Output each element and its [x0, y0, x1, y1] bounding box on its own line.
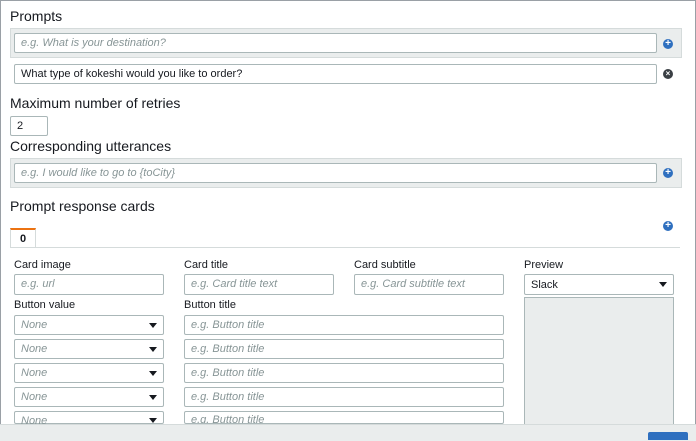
tab-card-0[interactable]: 0: [10, 228, 36, 248]
existing-prompt-text: What type of kokeshi would you like to o…: [21, 67, 243, 80]
button-value-text: None: [21, 391, 48, 403]
chevron-down-icon: [149, 322, 157, 328]
preview-label: Preview: [524, 259, 564, 271]
chevron-down-icon: [149, 370, 157, 376]
preview-pane: [524, 297, 674, 437]
new-prompt-placeholder: e.g. What is your destination?: [21, 36, 166, 49]
footer-bar: [0, 424, 696, 441]
button-title-input[interactable]: e.g. Button title: [184, 411, 504, 424]
button-title-input[interactable]: e.g. Button title: [184, 387, 504, 407]
add-utterance-plus-circle-icon[interactable]: +: [663, 168, 673, 178]
chevron-down-icon: [659, 282, 667, 287]
card-subtitle-placeholder: e.g. Card subtitle text: [361, 278, 465, 290]
card-title-input[interactable]: e.g. Card title text: [184, 274, 334, 295]
chevron-down-icon: [149, 346, 157, 352]
tab-divider: [10, 247, 680, 248]
button-value-select[interactable]: None: [14, 315, 164, 335]
preview-select[interactable]: Slack: [524, 274, 674, 295]
button-value-text: None: [21, 319, 48, 331]
button-value-select[interactable]: None: [14, 411, 164, 427]
card-title-placeholder: e.g. Card title text: [191, 278, 278, 290]
footer-primary-button[interactable]: [648, 432, 688, 440]
button-title-placeholder: e.g. Button title: [191, 414, 265, 424]
button-title-placeholder: e.g. Button title: [191, 342, 265, 355]
existing-prompt-input[interactable]: What type of kokeshi would you like to o…: [14, 64, 657, 84]
utterances-title: Corresponding utterances: [10, 138, 172, 154]
button-title-input[interactable]: e.g. Button title: [184, 315, 504, 335]
chevron-down-icon: [149, 394, 157, 400]
button-title-input[interactable]: e.g. Button title: [184, 339, 504, 359]
card-subtitle-input[interactable]: e.g. Card subtitle text: [354, 274, 504, 295]
retries-title: Maximum number of retries: [10, 95, 181, 111]
retries-value: 2: [17, 119, 24, 132]
card-subtitle-label: Card subtitle: [354, 259, 416, 271]
response-cards-title: Prompt response cards: [10, 198, 155, 214]
button-title-label: Button title: [184, 299, 236, 311]
card-image-placeholder: e.g. url: [21, 278, 55, 290]
add-prompt-plus-circle-icon[interactable]: +: [663, 39, 673, 49]
button-value-select[interactable]: None: [14, 339, 164, 359]
button-title-placeholder: e.g. Button title: [191, 390, 265, 403]
button-value-text: None: [21, 343, 48, 355]
button-title-placeholder: e.g. Button title: [191, 366, 265, 379]
add-card-plus-circle-icon[interactable]: +: [663, 221, 673, 231]
new-prompt-input[interactable]: e.g. What is your destination?: [14, 33, 657, 53]
button-title-placeholder: e.g. Button title: [191, 318, 265, 331]
retries-input[interactable]: 2: [10, 116, 48, 136]
card-image-input[interactable]: e.g. url: [14, 274, 164, 295]
utterance-placeholder: e.g. I would like to go to {toCity}: [21, 166, 176, 179]
preview-selected-value: Slack: [531, 278, 558, 291]
chevron-down-icon: [149, 418, 157, 423]
button-value-select[interactable]: None: [14, 387, 164, 407]
button-value-label: Button value: [14, 299, 76, 311]
card-title-label: Card title: [184, 259, 229, 271]
remove-prompt-x-circle-icon[interactable]: ×: [663, 69, 673, 79]
button-value-select[interactable]: None: [14, 363, 164, 383]
button-value-text: None: [21, 367, 48, 379]
card-image-label: Card image: [14, 259, 71, 271]
button-title-input[interactable]: e.g. Button title: [184, 363, 504, 383]
prompts-title: Prompts: [10, 8, 63, 24]
utterance-input[interactable]: e.g. I would like to go to {toCity}: [14, 163, 657, 183]
